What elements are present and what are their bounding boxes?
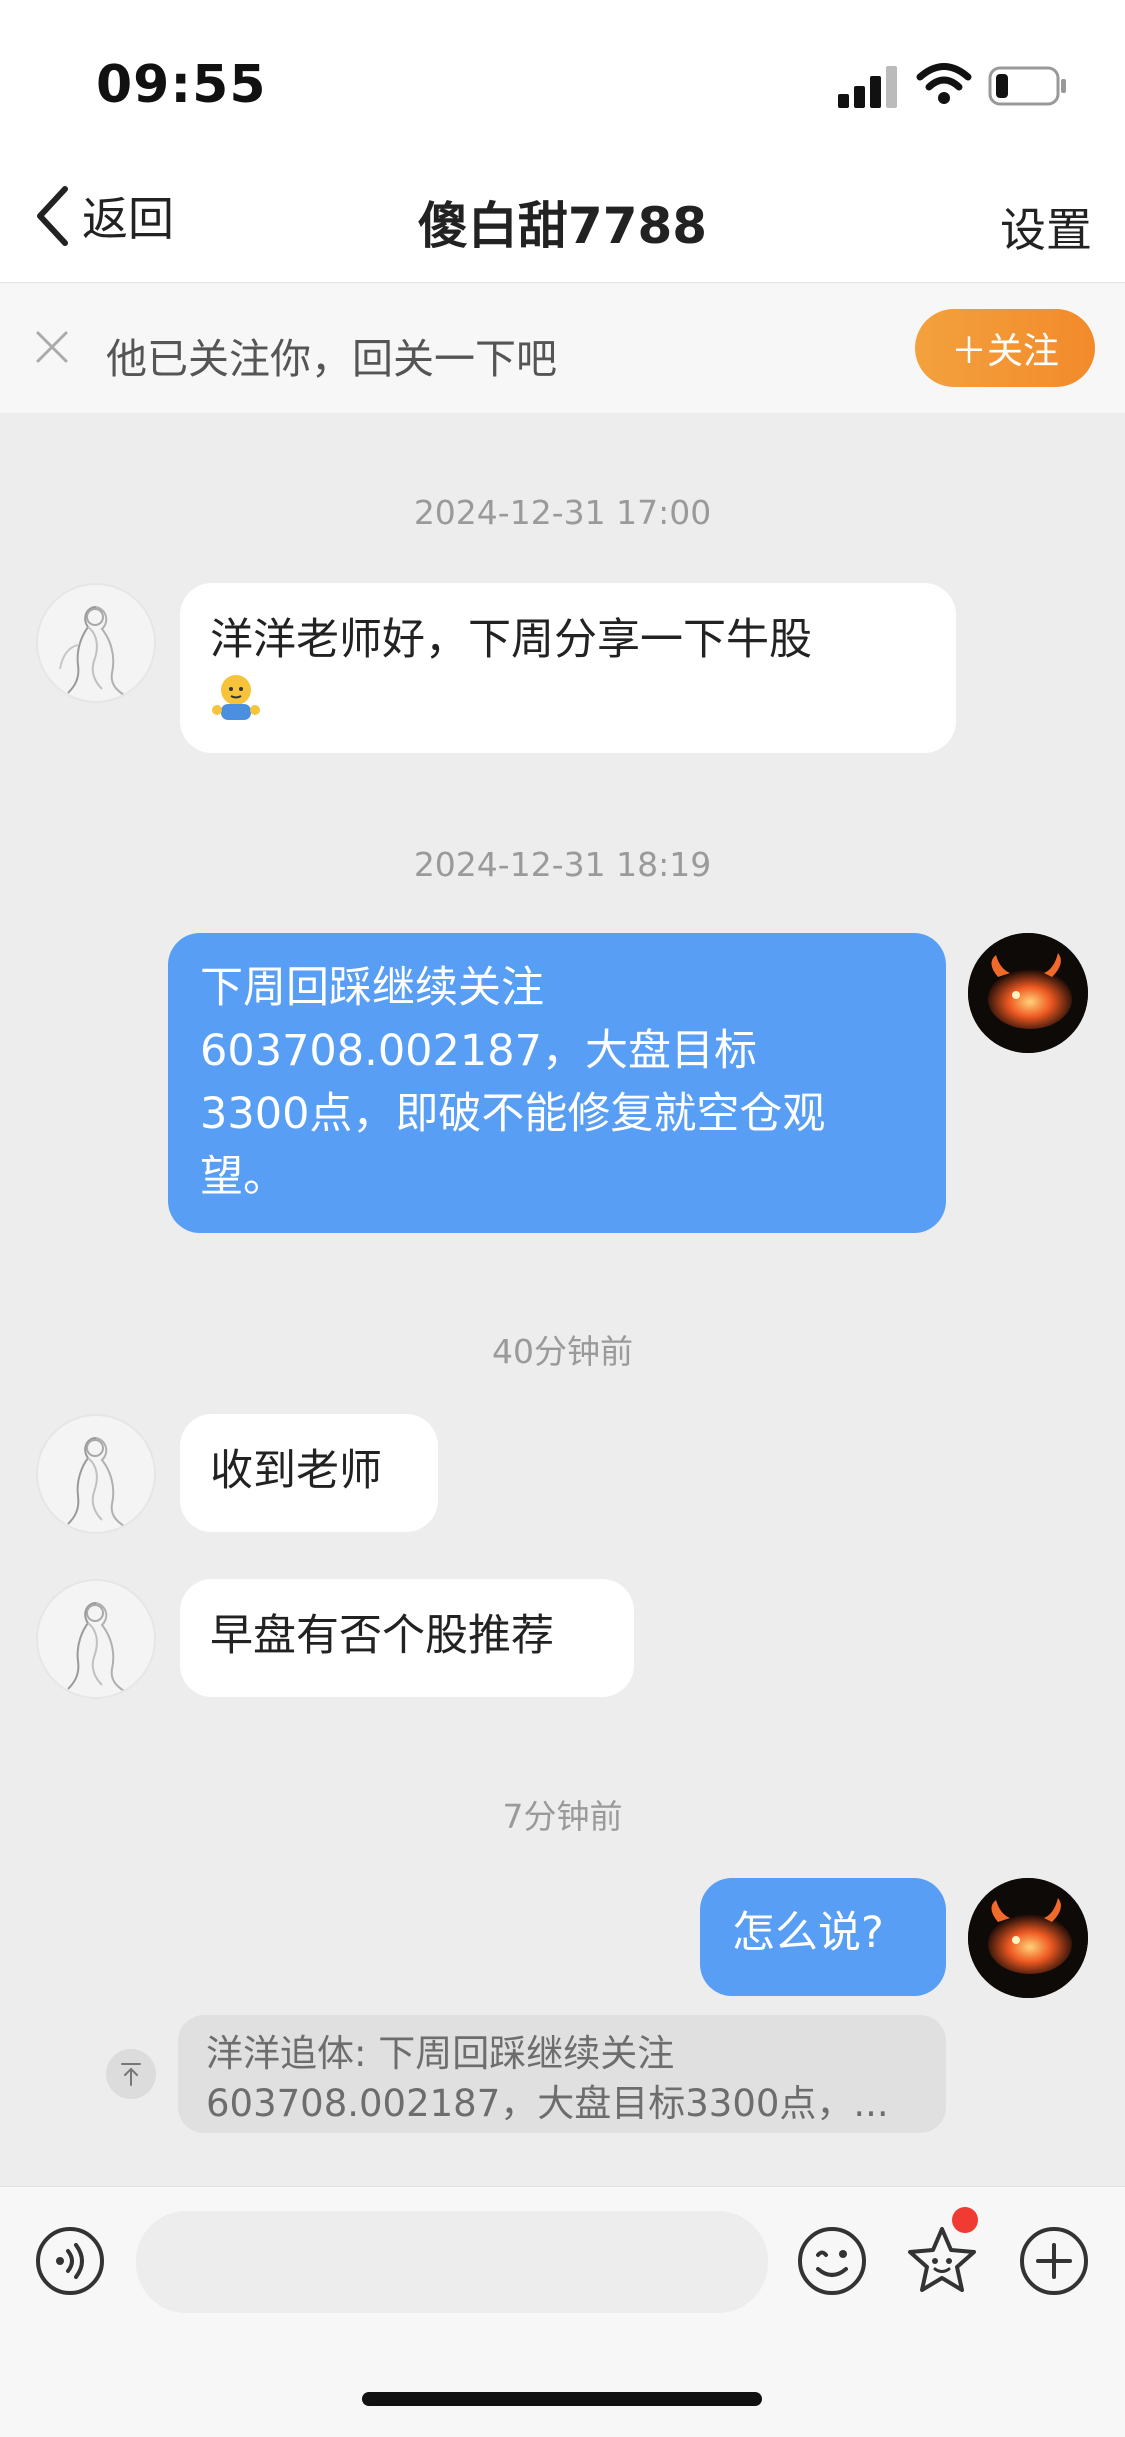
incoming-message-bubble[interactable]: 收到老师: [180, 1414, 438, 1532]
message-line: 3300点，即破不能修复就空仓观: [200, 1089, 826, 1139]
voice-icon[interactable]: [34, 2225, 106, 2297]
timestamp: 7分钟前: [502, 1797, 623, 1836]
fire-bull-icon: [968, 933, 1088, 1053]
contact-avatar[interactable]: [36, 1414, 156, 1534]
smile-icon[interactable]: [796, 2225, 868, 2297]
contact-avatar[interactable]: [36, 583, 156, 703]
quoted-message[interactable]: 洋洋追体: 下周回踩继续关注 603708.002187，大盘目标3300点，.…: [178, 2015, 946, 2133]
star-icon[interactable]: [904, 2223, 980, 2299]
chat-title: 傻白甜7788: [417, 197, 708, 255]
wifi-icon: [916, 63, 972, 104]
message-line: 下周回踩继续关注: [200, 963, 544, 1013]
follow-button[interactable]: ＋关注: [915, 309, 1095, 387]
message-line: 603708.002187，大盘目标: [200, 1026, 757, 1076]
quoted-line: 洋洋追体: 下周回踩继续关注: [206, 2032, 675, 2075]
outgoing-message-bubble[interactable]: 下周回踩继续关注 603708.002187，大盘目标 3300点，即破不能修复…: [168, 933, 946, 1233]
sketch-figure-icon: [67, 1437, 125, 1527]
notification-dot: [952, 2207, 978, 2233]
incoming-message-bubble[interactable]: 早盘有否个股推荐: [180, 1579, 634, 1697]
quoted-line: 603708.002187，大盘目标3300点，...: [206, 2082, 889, 2125]
sketch-figure-icon: [59, 606, 125, 696]
incoming-message-bubble[interactable]: 洋洋老师好，下周分享一下牛股: [180, 583, 956, 753]
home-indicator: [362, 2392, 762, 2406]
bear-emoji-icon: [212, 675, 260, 720]
outgoing-message-bubble[interactable]: 怎么说?: [700, 1878, 946, 1996]
message-text: 洋洋老师好，下周分享一下牛股: [210, 615, 812, 665]
cellular-signal-icon: [838, 64, 898, 108]
close-icon[interactable]: [34, 329, 70, 365]
battery-icon: [988, 66, 1066, 106]
sketch-figure-icon: [67, 1602, 125, 1692]
message-text: 收到老师: [210, 1446, 382, 1496]
message-text: 怎么说?: [732, 1908, 884, 1958]
message-text: 早盘有否个股推荐: [210, 1611, 554, 1661]
contact-avatar[interactable]: [36, 1579, 156, 1699]
status-bar: 09:55: [0, 0, 1125, 150]
follow-banner: 他已关注你，回关一下吧 ＋关注: [0, 283, 1125, 413]
arrow-up-icon: [121, 2063, 141, 2086]
fire-bull-icon: [968, 1878, 1088, 1998]
my-avatar[interactable]: [968, 933, 1088, 1053]
settings-button[interactable]: 设置: [1000, 194, 1092, 260]
timestamp: 40分钟前: [492, 1332, 633, 1371]
nav-bar: 返回 傻白甜7788 设置: [0, 150, 1125, 283]
message-line: 望。: [200, 1152, 286, 1202]
status-time: 09:55: [96, 55, 267, 115]
timestamp: 2024-12-31 17:00: [413, 493, 712, 532]
timestamp: 2024-12-31 18:19: [413, 845, 712, 884]
my-avatar[interactable]: [968, 1878, 1088, 1998]
follow-prompt-text: 他已关注你，回关一下吧: [106, 335, 557, 383]
scroll-to-quote-icon[interactable]: [106, 2049, 156, 2099]
plus-icon[interactable]: [1018, 2225, 1090, 2297]
message-input[interactable]: [136, 2211, 768, 2313]
